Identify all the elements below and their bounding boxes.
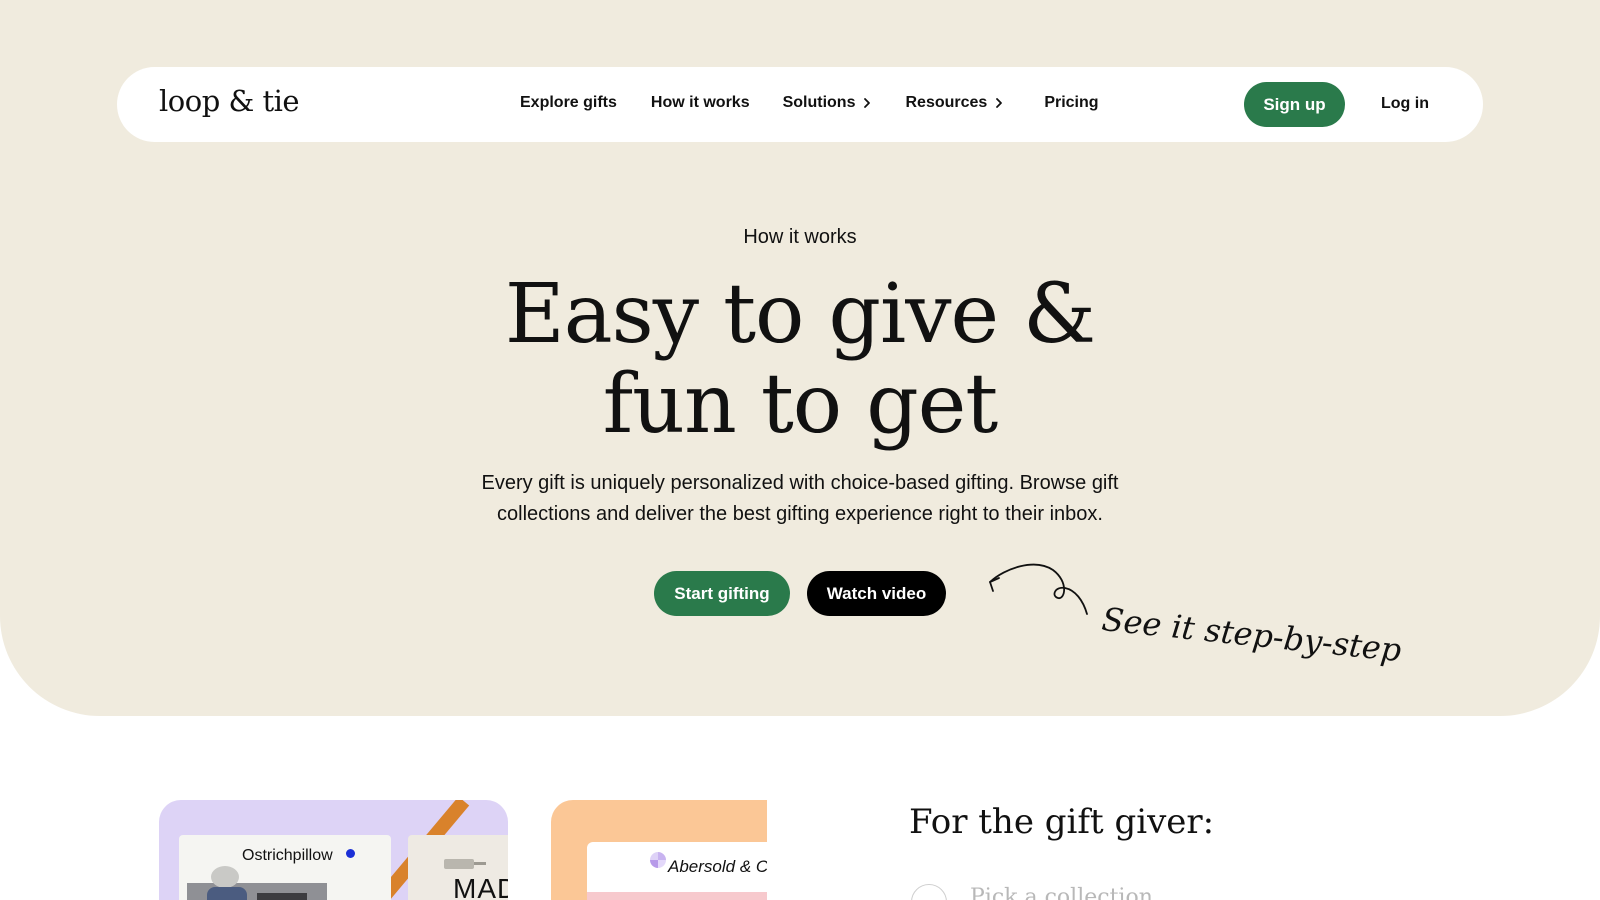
watch-video-button[interactable]: Watch video (807, 571, 946, 616)
section-eyebrow: How it works (743, 226, 857, 248)
chevron-right-icon (994, 97, 1004, 109)
brand-name: Abersold & C (668, 857, 767, 876)
nav-link-label: Solutions (782, 94, 856, 111)
hero-section: loop & tie Explore gifts How it works So… (0, 0, 1600, 716)
nav-link-label: Pricing (1044, 94, 1099, 111)
hero-headline: Easy to give & fun to get (400, 270, 1200, 450)
start-gifting-button[interactable]: Start gifting (654, 571, 790, 616)
nav-link-solutions[interactable]: Solutions (783, 94, 873, 112)
nav-link-label: How it works (650, 94, 750, 111)
gift-collection-card: Abersold & C (551, 800, 767, 900)
product-side-text: MAD (453, 873, 508, 900)
nav-link-explore-gifts[interactable]: Explore gifts (520, 94, 617, 112)
person-resting-image (187, 866, 327, 900)
nav-links: Explore gifts How it works Solutions Res… (520, 94, 1132, 112)
hero-subtext: Every gift is uniquely personalized with… (481, 472, 1119, 525)
nav-link-label: Explore gifts (520, 94, 617, 111)
sign-up-button[interactable]: Sign up (1244, 82, 1345, 127)
step-indicator[interactable] (911, 884, 947, 900)
gift-collection-card: Ostrichpillow MAD (159, 800, 508, 900)
product-tile: Ostrichpillow (179, 835, 391, 900)
headline-line: Easy to give & (504, 267, 1096, 362)
section-title: For the gift giver: (909, 802, 1215, 842)
nav-link-label: Resources (905, 94, 988, 111)
headline-line: fun to get (602, 357, 998, 452)
brand-logo-icon (650, 852, 666, 868)
nav-link-how-it-works[interactable]: How it works (651, 94, 750, 112)
chevron-right-icon (862, 97, 872, 109)
brand-logo[interactable]: loop & tie (159, 84, 300, 118)
nav-link-resources[interactable]: Resources (905, 94, 1004, 112)
handwritten-note: See it step-by-step (1100, 600, 1404, 670)
brand-banner (587, 892, 767, 900)
cookware-image (444, 859, 486, 869)
curved-arrow-icon (989, 563, 1088, 615)
brand-tile: Abersold & C (587, 842, 767, 900)
top-navigation: loop & tie Explore gifts How it works So… (117, 67, 1483, 142)
nav-link-pricing[interactable]: Pricing (1044, 94, 1098, 112)
step-label[interactable]: Pick a collection (970, 885, 1153, 900)
log-in-link[interactable]: Log in (1381, 95, 1429, 113)
brand-dot-icon (346, 849, 355, 858)
product-tile: MAD (408, 835, 508, 900)
